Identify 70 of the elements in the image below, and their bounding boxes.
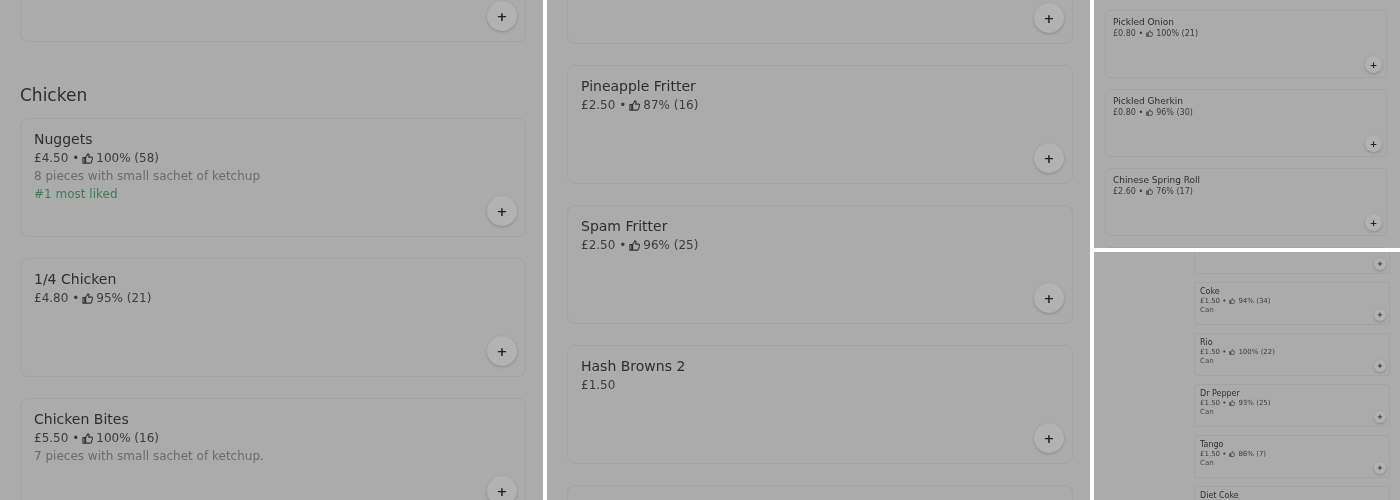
item-price: £2.60 • <box>1113 187 1144 196</box>
section-heading: Chicken <box>20 85 89 105</box>
menu-item-card[interactable]: Pickled Gherkin £0.80 • 96% (30) + <box>1105 89 1387 157</box>
item-price: £2.50 • <box>581 238 627 252</box>
add-button[interactable]: + <box>487 336 517 366</box>
thumbs-up-icon <box>1229 298 1236 304</box>
item-rating: 95% (21) <box>96 291 152 305</box>
menu-item-card[interactable]: + <box>567 0 1073 44</box>
thumbs-up-icon <box>1229 451 1236 457</box>
item-name: Rio <box>1200 338 1214 347</box>
item-price: £2.50 • <box>581 98 627 112</box>
item-price: £1.50 <box>581 378 616 392</box>
add-button[interactable]: + <box>1034 283 1064 313</box>
item-name: Hash Browns 2 <box>581 358 687 374</box>
thumbs-up-icon <box>1146 109 1154 116</box>
add-button[interactable]: + <box>487 1 517 31</box>
item-name: Dr Pepper <box>1200 389 1241 398</box>
add-button[interactable]: + <box>1365 56 1382 73</box>
item-description: 7 pieces with small sachet of ketchup. <box>34 449 265 463</box>
thumbs-up-icon <box>82 152 94 164</box>
item-price: £0.80 • <box>1113 108 1144 117</box>
item-name: Pickled Onion <box>1113 17 1175 27</box>
item-price: £4.50 • <box>34 151 80 165</box>
menu-item-card[interactable]: Chicken Bites £5.50 • 100% (16) 7 pieces with small sachet of ketchup. + <box>20 398 526 500</box>
menu-item-card[interactable]: Hash Browns 2 £1.50 + <box>567 345 1073 464</box>
item-name: Tango <box>1200 440 1225 449</box>
thumbs-up-icon <box>82 432 94 444</box>
popularity-label: #1 most liked <box>34 187 119 201</box>
thumbs-up-icon <box>629 99 641 111</box>
add-button[interactable]: + <box>1034 423 1064 453</box>
menu-item-card[interactable]: + <box>20 0 526 42</box>
item-name: Pickled Gherkin <box>1113 96 1184 106</box>
item-name: Nuggets <box>34 131 94 147</box>
item-rating: 96% (25) <box>643 238 699 252</box>
item-name: Diet Coke <box>1200 491 1240 500</box>
thumbs-up-icon <box>1229 400 1236 406</box>
item-name: 1/4 Chicken <box>34 271 118 287</box>
add-button[interactable]: + <box>487 196 517 226</box>
item-name: Chicken Bites <box>34 411 130 427</box>
menu-item-card[interactable]: Pineapple Fritter £2.50 • 87% (16) + <box>567 65 1073 184</box>
thumbs-up-icon <box>1146 30 1154 37</box>
menu-item-card[interactable]: Pickled Onion £0.80 • 100% (21) + <box>1105 10 1387 78</box>
item-rating: 100% (58) <box>96 151 159 165</box>
add-button[interactable]: + <box>1034 143 1064 173</box>
item-rating: 76% (17) <box>1156 187 1193 196</box>
menu-item-card[interactable]: 1/4 Chicken £4.80 • 95% (21) + <box>20 258 526 377</box>
item-price: £0.80 • <box>1113 29 1144 38</box>
add-button[interactable]: + <box>1365 214 1382 231</box>
thumbs-up-icon <box>82 292 94 304</box>
thumbs-up-icon <box>1229 349 1236 355</box>
item-name: Coke <box>1200 287 1221 296</box>
item-name: Chinese Spring Roll <box>1113 175 1202 185</box>
add-button[interactable]: + <box>1365 135 1382 152</box>
add-button[interactable]: + <box>1034 3 1064 33</box>
item-name: Spam Fritter <box>581 218 669 234</box>
thumbs-up-icon <box>629 239 641 251</box>
thumbs-up-icon <box>1146 188 1154 195</box>
menu-item-card[interactable]: Diet Coke <box>1194 486 1390 500</box>
menu-item-card[interactable]: Spam Fritter £2.50 • 96% (25) + <box>567 205 1073 324</box>
item-rating: 96% (30) <box>1156 108 1193 117</box>
item-rating: 100% (21) <box>1156 29 1198 38</box>
item-name: Pineapple Fritter <box>581 78 697 94</box>
menu-item-card[interactable]: Chinese Spring Roll £2.60 • 76% (17) + <box>1105 168 1387 236</box>
item-rating: 100% (16) <box>96 431 159 445</box>
item-price: £4.80 • <box>34 291 80 305</box>
add-button[interactable]: + <box>487 476 517 500</box>
item-price: £5.50 • <box>34 431 80 445</box>
item-description: 8 pieces with small sachet of ketchup <box>34 169 261 183</box>
item-rating: 87% (16) <box>643 98 699 112</box>
menu-item-card[interactable]: Nuggets £4.50 • 100% (58) 8 pieces with small sachet of ketchup #1 most liked + <box>20 118 526 237</box>
